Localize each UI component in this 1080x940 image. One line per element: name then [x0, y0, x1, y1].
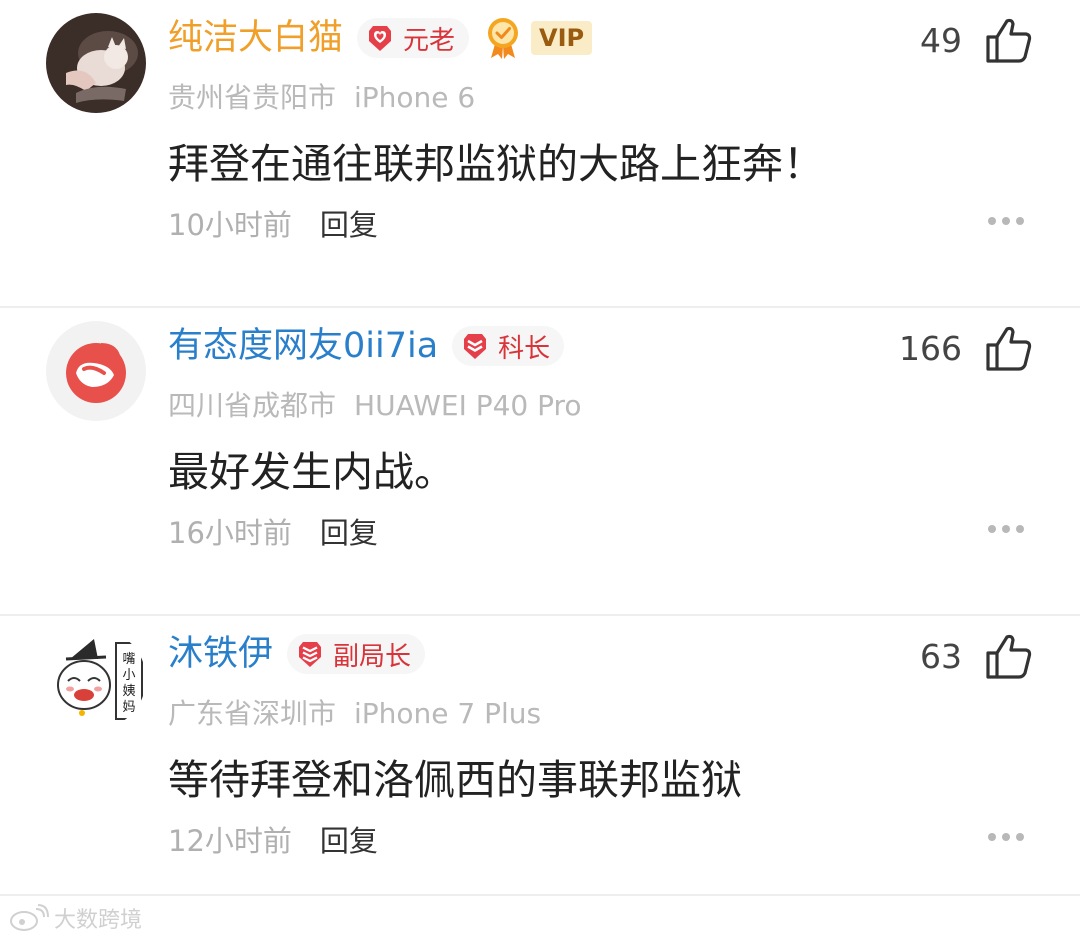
user-device: iPhone 6	[354, 81, 476, 114]
user-level-label: 科长	[498, 333, 551, 364]
comment-time: 12小时前	[168, 824, 292, 858]
user-level-label: 元老	[403, 25, 456, 56]
comment-text: 最好发生内战。	[168, 448, 455, 496]
comment-footer: 12小时前 回复	[168, 818, 378, 860]
comment-text: 等待拜登和洛佩西的事联邦监狱	[168, 756, 742, 804]
user-level-badge: 副局长	[287, 634, 426, 674]
user-name-row: 沐铁伊 副局长	[168, 628, 426, 680]
reply-button[interactable]: 回复	[320, 208, 378, 242]
like-count: 49	[920, 20, 962, 60]
user-level-label: 副局长	[333, 641, 412, 672]
comment-time: 10小时前	[168, 208, 292, 242]
comment-meta: 广东省深圳市 iPhone 7 Plus	[168, 692, 541, 732]
comment-item: 有态度网友0ii7ia 科长 四川省成都市 HUAWEI P40 Pro 最好发生…	[0, 308, 1080, 616]
username[interactable]: 沐铁伊	[168, 628, 273, 680]
user-avatar[interactable]	[46, 13, 146, 113]
username[interactable]: 有态度网友0ii7ia	[168, 320, 438, 372]
more-dots-icon[interactable]	[988, 833, 1024, 841]
thumbs-up-icon[interactable]	[984, 15, 1034, 65]
user-level-badge: 科长	[452, 326, 565, 366]
vip-badge: VIP	[531, 21, 593, 55]
thumbs-up-icon[interactable]	[984, 631, 1034, 681]
rank-badge-icon	[299, 642, 322, 667]
comment-item: 纯洁大白猫 元老 VIP 贵州省贵阳市 iPhone 6 拜登在通往联邦监狱的大路…	[0, 0, 1080, 308]
username[interactable]: 纯洁大白猫	[168, 12, 343, 64]
like-button[interactable]: 166	[899, 322, 1034, 374]
user-location: 广东省深圳市	[168, 697, 337, 730]
avatar-caption: 姨	[122, 684, 135, 699]
more-dots-icon[interactable]	[988, 217, 1024, 225]
like-count: 63	[920, 636, 962, 676]
like-button[interactable]: 63	[920, 630, 1034, 682]
like-button[interactable]: 49	[920, 14, 1034, 66]
comment-footer: 10小时前 回复	[168, 202, 378, 244]
comment-time: 16小时前	[168, 516, 292, 550]
comment-footer: 16小时前 回复	[168, 510, 378, 552]
user-device: iPhone 7 Plus	[354, 697, 542, 730]
comment-text: 拜登在通往联邦监狱的大路上狂奔！	[168, 140, 824, 188]
watermark-text: 大数跨境	[54, 908, 143, 933]
comment-meta: 贵州省贵阳市 iPhone 6	[168, 76, 475, 116]
avatar-caption: 嘴	[122, 652, 135, 667]
like-count: 166	[899, 328, 962, 368]
rank-badge-icon	[464, 334, 487, 359]
reply-button[interactable]: 回复	[320, 516, 378, 550]
reply-button[interactable]: 回复	[320, 824, 378, 858]
watermark: 大数跨境	[8, 902, 142, 934]
weibo-logo-icon	[10, 904, 49, 931]
comment-item: 嘴 小 姨 妈 沐铁伊 副局长 广东省深圳市 iPhone 7 Plus 等待拜登…	[0, 616, 1080, 896]
user-level-badge: 元老	[357, 18, 470, 58]
heart-badge-icon	[369, 26, 392, 51]
user-location: 贵州省贵阳市	[168, 81, 337, 114]
avatar-caption: 小	[122, 668, 135, 683]
avatar-caption: 妈	[122, 700, 135, 715]
medal-icon	[488, 18, 519, 59]
thumbs-up-icon[interactable]	[984, 323, 1034, 373]
user-avatar[interactable]	[46, 321, 146, 421]
user-device: HUAWEI P40 Pro	[354, 389, 582, 422]
comment-meta: 四川省成都市 HUAWEI P40 Pro	[168, 384, 582, 424]
user-name-row: 有态度网友0ii7ia 科长	[168, 320, 565, 372]
user-name-row: 纯洁大白猫 元老 VIP	[168, 12, 593, 64]
user-location: 四川省成都市	[168, 389, 337, 422]
user-avatar[interactable]: 嘴 小 姨 妈	[46, 629, 146, 729]
more-dots-icon[interactable]	[988, 525, 1024, 533]
